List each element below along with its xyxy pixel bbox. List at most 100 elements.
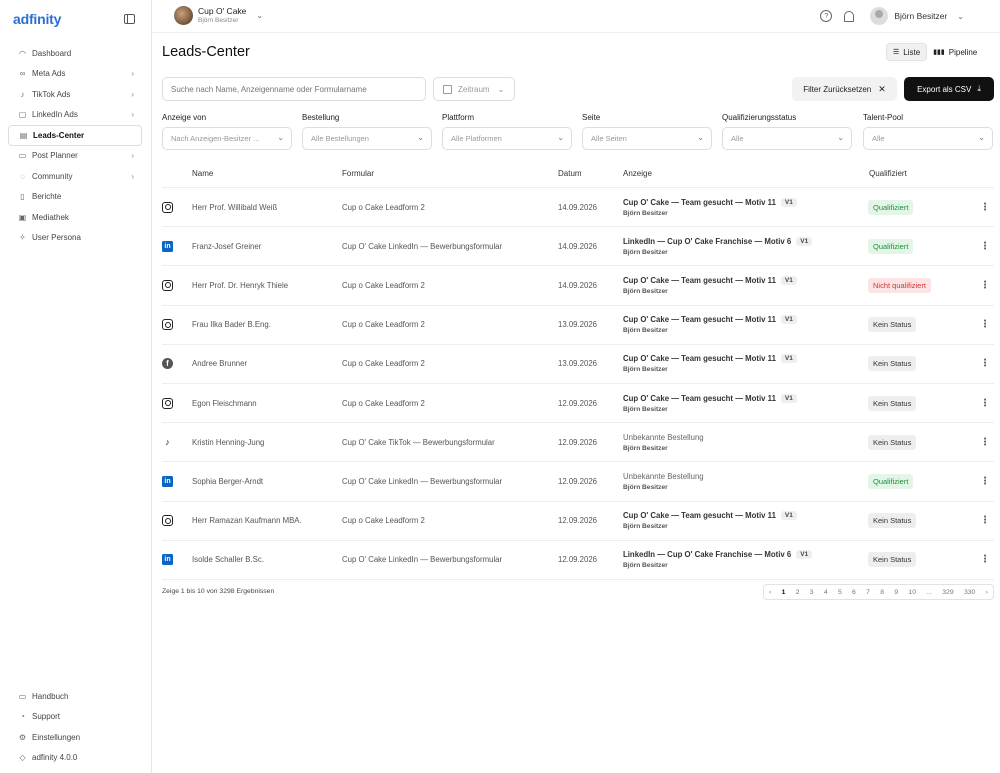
page-7[interactable]: 7 (866, 589, 870, 596)
filter-talent-pool: Talent-Pool Alle ⌄ (863, 113, 993, 150)
ad-version-badge: V1 (796, 236, 813, 246)
status-badge[interactable]: Kein Status (868, 317, 917, 333)
sidebar-item-label: LinkedIn Ads (32, 110, 78, 120)
bell-icon[interactable] (844, 10, 855, 22)
sidebar-item-leads-center[interactable]: ▤ Leads-Center (8, 125, 142, 146)
filter-select-talent-pool[interactable]: Alle ⌄ (863, 127, 993, 150)
sidebar-item-dashboard[interactable]: ◠ Dashboard (8, 43, 142, 64)
user-name[interactable]: Björn Besitzer (894, 11, 947, 21)
sidebar-item-mediathek[interactable]: ▣ Mediathek (8, 207, 142, 228)
instagram-icon (162, 279, 173, 291)
more-options-icon[interactable]: ⋮ (980, 266, 990, 304)
table-row[interactable]: in Isolde Schaller B.Sc. Cup O' Cake Linke… (162, 541, 994, 580)
filter-select-seite[interactable]: Alle Seiten ⌄ (582, 127, 712, 150)
filter-bestellung: Bestellung Alle Bestellungen ⌄ (302, 113, 432, 150)
table-row[interactable]: Frau Ilka Bader B.Eng. Cup o Cake Leadfor… (162, 306, 994, 345)
more-options-icon[interactable]: ⋮ (980, 384, 990, 422)
status-badge[interactable]: Kein Status (868, 552, 917, 568)
table-row[interactable]: ♪ Kristin Henning-Jung Cup O' Cake TikTok … (162, 423, 994, 463)
dashboard-icon: ◠ (19, 48, 26, 58)
sidebar-item-berichte[interactable]: ▯ Berichte (8, 187, 142, 208)
page-4[interactable]: 4 (824, 589, 828, 596)
more-options-icon[interactable]: ⋮ (980, 306, 990, 344)
user-avatar[interactable] (870, 7, 889, 25)
more-options-icon[interactable]: ⋮ (980, 541, 990, 579)
col-ad-header[interactable]: Anzeige (623, 160, 652, 187)
sidebar-item-post-planner[interactable]: ▭ Post Planner › (8, 146, 142, 167)
filter-select-bestellung[interactable]: Alle Bestellungen ⌄ (302, 127, 432, 150)
more-options-icon[interactable]: ⋮ (980, 345, 990, 383)
table-row[interactable]: f Andree Brunner Cup o Cake Leadform 2 13.0… (162, 345, 994, 384)
lead-ad: LinkedIn — Cup O' Cake Franchise — Motiv… (623, 227, 813, 265)
sidebar-toggle-icon[interactable] (124, 14, 135, 24)
help-icon[interactable]: ? (820, 10, 833, 22)
status-badge[interactable]: Qualifiziert (868, 199, 914, 215)
search-input[interactable] (162, 77, 426, 101)
sidebar-item-meta-ads[interactable]: ∞ Meta Ads › (8, 64, 142, 85)
page-1[interactable]: 1 (782, 589, 786, 596)
page-2[interactable]: 2 (796, 589, 800, 596)
sidebar-item-tiktok-ads[interactable]: ♪ TikTok Ads › (8, 84, 142, 105)
sidebar-item-handbuch[interactable]: ▭ Handbuch (8, 686, 142, 707)
sidebar-item-einstellungen[interactable]: ⚙ Einstellungen (8, 727, 142, 748)
page-330[interactable]: 330 (964, 589, 975, 596)
page-6[interactable]: 6 (852, 589, 856, 596)
more-options-icon[interactable]: ⋮ (980, 227, 990, 265)
col-date-header[interactable]: Datum (558, 160, 582, 187)
filter-label: Talent-Pool (863, 113, 904, 122)
more-options-icon[interactable]: ⋮ (980, 423, 990, 461)
filter-select-qualifizierungsstatus[interactable]: Alle ⌄ (722, 127, 852, 150)
page-10[interactable]: 10 (908, 589, 916, 596)
status-badge[interactable]: Kein Status (868, 356, 917, 372)
account-switcher[interactable]: Cup O' Cake Björn Besitzer ⌄ (174, 6, 263, 25)
status-badge[interactable]: Kein Status (868, 513, 917, 529)
status-badge[interactable]: Kein Status (868, 434, 917, 450)
sidebar-item-adfinity-4-0-0[interactable]: ◇ adfinity 4.0.0 (8, 748, 142, 769)
status-badge[interactable]: Qualifiziert (868, 473, 914, 489)
export-csv-button[interactable]: Export als CSV ⤓ (904, 77, 994, 101)
page-5[interactable]: 5 (838, 589, 842, 596)
col-form-header[interactable]: Formular (342, 160, 374, 187)
view-list-button[interactable]: ☰ Liste (886, 43, 928, 61)
lead-ad: Cup O' Cake — Team gesucht — Motiv 11 V1 B… (623, 384, 797, 422)
date-range-picker[interactable]: Zeitraum ⌄ (433, 77, 515, 101)
ad-owner: Björn Besitzer (623, 405, 668, 413)
table-row[interactable]: Herr Prof. Dr. Henryk Thiele Cup o Cake L… (162, 266, 994, 306)
prev-page-icon[interactable]: ‹ (769, 589, 771, 596)
status-badge[interactable]: Qualifiziert (868, 238, 914, 254)
page-3[interactable]: 3 (810, 589, 814, 596)
ad-name: Cup O' Cake — Team gesucht — Motiv 11 (623, 393, 776, 403)
page-ellipsis: ... (926, 588, 932, 596)
sidebar-item-support[interactable]: ◔ Support (8, 707, 142, 728)
chevron-down-icon[interactable]: ⌄ (957, 12, 964, 21)
table-row[interactable]: Egon Fleischmann Cup o Cake Leadform 2 12.… (162, 384, 994, 424)
more-options-icon[interactable]: ⋮ (980, 462, 990, 500)
status-badge[interactable]: Nicht qualifiziert (868, 277, 931, 293)
page-329[interactable]: 329 (942, 589, 953, 596)
table-row[interactable]: Herr Prof. Willibald Weiß Cup o Cake Lead… (162, 188, 994, 228)
ad-version-badge: V1 (796, 550, 813, 560)
status-badge[interactable]: Kein Status (868, 395, 917, 411)
col-name-header[interactable]: Name (192, 160, 213, 187)
filter-select-anzeige-von[interactable]: Nach Anzeigen-Besitzer ... ⌄ (162, 127, 292, 150)
app-logo[interactable]: adfinity (13, 11, 61, 27)
more-options-icon[interactable]: ⋮ (980, 188, 990, 226)
sidebar-item-community[interactable]: ◌ Community › (8, 166, 142, 187)
filter-label: Plattform (442, 113, 475, 122)
page-8[interactable]: 8 (880, 589, 884, 596)
sidebar-item-user-persona[interactable]: ✧ User Persona (8, 228, 142, 249)
page-9[interactable]: 9 (894, 589, 898, 596)
table-row[interactable]: in Franz-Josef Greiner Cup O' Cake LinkedI… (162, 227, 994, 267)
filter-select-plattform[interactable]: Alle Platformen ⌄ (442, 127, 572, 150)
lead-ad: Cup O' Cake — Team gesucht — Motiv 11 V1 B… (623, 345, 797, 383)
sidebar-item-linkedin-ads[interactable]: ▢ LinkedIn Ads › (8, 105, 142, 126)
table-row[interactable]: in Sophia Berger-Arndt Cup O' Cake LinkedI… (162, 462, 994, 502)
more-options-icon[interactable]: ⋮ (980, 502, 990, 540)
lead-form: Cup o Cake Leadform 2 (342, 320, 425, 330)
ad-version-badge: V1 (780, 393, 797, 403)
view-pipeline-button[interactable]: ▮▮▮ Pipeline (927, 43, 983, 61)
table-row[interactable]: Herr Ramazan Kaufmann MBA. Cup o Cake Lea… (162, 502, 994, 541)
next-page-icon[interactable]: › (986, 589, 988, 596)
col-qualified-header[interactable]: Qualifiziert (869, 160, 907, 187)
reset-filters-button[interactable]: Filter Zurücksetzen ✕ (792, 77, 897, 101)
